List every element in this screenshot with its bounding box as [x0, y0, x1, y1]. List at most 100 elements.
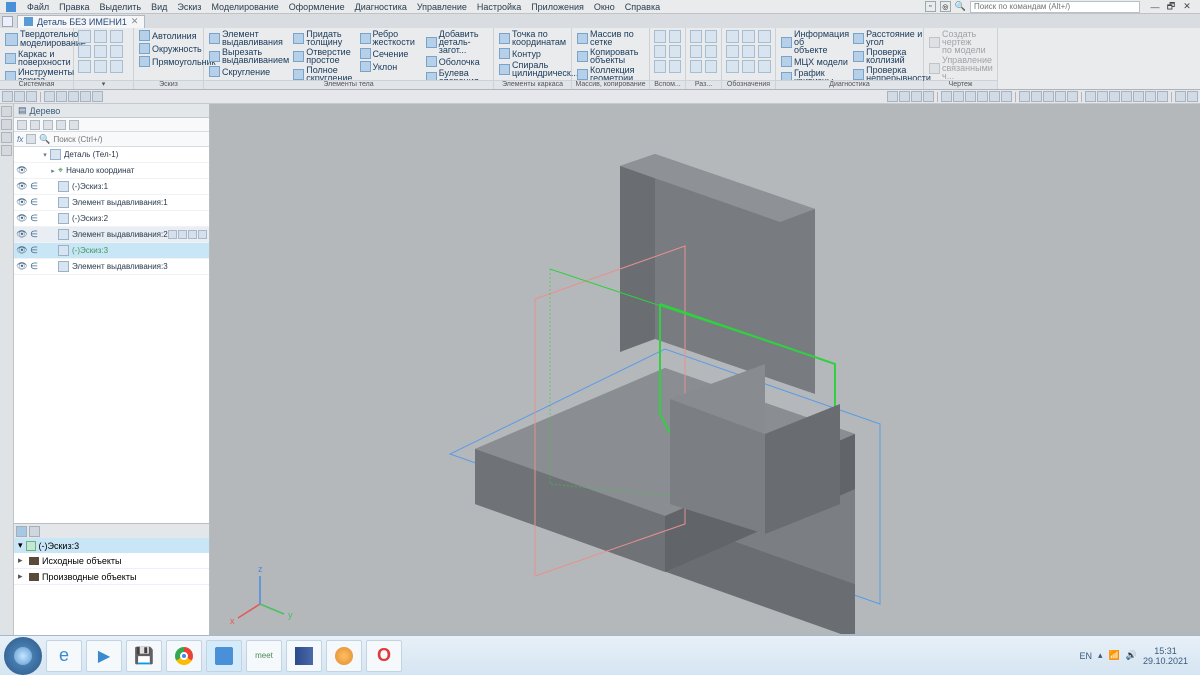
toolbar-icon[interactable]: [1109, 91, 1120, 102]
menu-manage[interactable]: Управление: [414, 1, 470, 13]
cut-icon[interactable]: [94, 60, 107, 73]
paste-icon[interactable]: [78, 60, 91, 73]
extrude-button[interactable]: Элемент выдавливания: [207, 29, 291, 47]
tree-tool-icon[interactable]: [43, 120, 53, 130]
menu-help[interactable]: Справка: [622, 1, 663, 13]
undo-icon[interactable]: [78, 45, 91, 58]
menu-format[interactable]: Оформление: [286, 1, 348, 13]
tree-item-extrude2[interactable]: 👁∈ Элемент выдавливания:2: [14, 227, 209, 243]
point-button[interactable]: Точка по координатам: [497, 29, 568, 47]
toolbar-icon[interactable]: [56, 91, 67, 102]
annot-icon[interactable]: [758, 45, 771, 58]
fillet-button[interactable]: Скругление: [207, 65, 291, 78]
mini-icon[interactable]: [188, 230, 197, 239]
toolbar-icon[interactable]: [1085, 91, 1096, 102]
command-search[interactable]: [970, 1, 1140, 13]
frame-surfaces-button[interactable]: Каркас и поверхности: [3, 49, 70, 67]
toolbar-icon[interactable]: [941, 91, 952, 102]
taskbar-save[interactable]: 💾: [126, 640, 162, 672]
menu-window[interactable]: Окно: [591, 1, 618, 13]
home-icon[interactable]: [2, 16, 13, 27]
toolbar-icon[interactable]: [965, 91, 976, 102]
circle-button[interactable]: Окружность: [137, 42, 200, 55]
document-tab[interactable]: Деталь БЕЗ ИМЕНИ1 ✕: [17, 15, 145, 28]
3d-viewport[interactable]: z x y: [210, 104, 1200, 635]
solid-modeling-button[interactable]: Твердотельное моделирование: [3, 29, 70, 49]
cut-extrude-button[interactable]: Вырезать выдавливанием: [207, 47, 291, 65]
tree-item-sketch1[interactable]: 👁∈ (-)Эскиз:1: [14, 179, 209, 195]
aux-icon[interactable]: [669, 45, 681, 58]
copy-icon[interactable]: [110, 45, 123, 58]
tree-root[interactable]: ▾ Деталь (Тел-1): [14, 147, 209, 163]
toolbar-icon[interactable]: [1175, 91, 1186, 102]
volume-icon[interactable]: 🔊: [1126, 650, 1137, 661]
toolbar-icon[interactable]: [26, 91, 37, 102]
rail-icon[interactable]: [1, 145, 12, 156]
toolbar-icon[interactable]: [911, 91, 922, 102]
toolbar-icon[interactable]: [1145, 91, 1156, 102]
close-button[interactable]: ✕: [1180, 1, 1194, 13]
menu-view[interactable]: Вид: [148, 1, 170, 13]
tree-item-sketch3[interactable]: 👁∈ (-)Эскиз:3: [14, 243, 209, 259]
aux-icon[interactable]: [669, 60, 681, 73]
taskbar-app[interactable]: [286, 640, 322, 672]
dim-icon[interactable]: [705, 30, 717, 43]
toolbar-icon[interactable]: [887, 91, 898, 102]
menu-sketch[interactable]: Эскиз: [174, 1, 204, 13]
toolbar-icon[interactable]: [1121, 91, 1132, 102]
toolbar-icon[interactable]: [92, 91, 103, 102]
shell-button[interactable]: Оболочка: [424, 55, 490, 68]
menu-apps[interactable]: Приложения: [528, 1, 587, 13]
aux-icon[interactable]: [654, 30, 666, 43]
hole-button[interactable]: Отверстие простое: [291, 47, 357, 65]
prop-tab[interactable]: [16, 526, 27, 537]
tray-chevron[interactable]: ▴: [1098, 650, 1103, 661]
tree-tool-icon[interactable]: [17, 120, 27, 130]
annot-icon[interactable]: [742, 45, 755, 58]
camera-icon[interactable]: ◎: [940, 1, 951, 12]
mass-props-button[interactable]: МЦХ модели: [779, 55, 851, 68]
toolbar-icon[interactable]: [1187, 91, 1198, 102]
toolbar-icon[interactable]: [1157, 91, 1168, 102]
toolbar-icon[interactable]: [1067, 91, 1078, 102]
taskbar-opera[interactable]: O: [366, 640, 402, 672]
collision-button[interactable]: Проверка коллизий: [851, 47, 933, 65]
thicken-button[interactable]: Придать толщину: [291, 29, 357, 47]
toolbar-icon[interactable]: [14, 91, 25, 102]
mini-icon[interactable]: [198, 230, 207, 239]
lang-indicator[interactable]: EN: [1079, 651, 1092, 661]
clock[interactable]: 15:31 29.10.2021: [1143, 646, 1188, 666]
save-icon[interactable]: [110, 30, 123, 43]
taskbar-meet[interactable]: meet: [246, 640, 282, 672]
rail-icon[interactable]: [1, 119, 12, 130]
annot-icon[interactable]: [758, 60, 771, 73]
mini-icon[interactable]: [178, 230, 187, 239]
toolbar-icon[interactable]: [80, 91, 91, 102]
start-button[interactable]: [4, 637, 42, 675]
main-menu[interactable]: Файл Правка Выделить Вид Эскиз Моделиров…: [24, 1, 663, 13]
menu-modeling[interactable]: Моделирование: [208, 1, 281, 13]
toolbar-icon[interactable]: [44, 91, 55, 102]
maximize-button[interactable]: 🗗: [1164, 1, 1178, 13]
prop-tab[interactable]: [29, 526, 40, 537]
prop-header[interactable]: ▾(-)Эскиз:3: [14, 538, 209, 553]
annot-icon[interactable]: [726, 30, 739, 43]
aux-icon[interactable]: [654, 45, 666, 58]
new-icon[interactable]: [78, 30, 91, 43]
toolbar-icon[interactable]: [1133, 91, 1144, 102]
annot-icon[interactable]: [726, 60, 739, 73]
tree-item-origin[interactable]: 👁 ▸⌖ Начало координат: [14, 163, 209, 179]
toolbar-icon[interactable]: [989, 91, 1000, 102]
toolbar-icon[interactable]: [1001, 91, 1012, 102]
annot-icon[interactable]: [758, 30, 771, 43]
toolbar-icon[interactable]: [953, 91, 964, 102]
taskbar-chrome[interactable]: [166, 640, 202, 672]
rib-button[interactable]: Ребро жесткости: [358, 29, 424, 47]
menu-select[interactable]: Выделить: [97, 1, 145, 13]
contour-button[interactable]: Контур: [497, 47, 568, 60]
toolbar-icon[interactable]: [1055, 91, 1066, 102]
toolbar-icon[interactable]: [977, 91, 988, 102]
windows-taskbar[interactable]: e ▶ 💾 meet O EN ▴ 📶 🔊 15:31 29.10.2021: [0, 635, 1200, 675]
props-icon[interactable]: [110, 60, 123, 73]
object-info-button[interactable]: Информация об объекте: [779, 29, 851, 55]
